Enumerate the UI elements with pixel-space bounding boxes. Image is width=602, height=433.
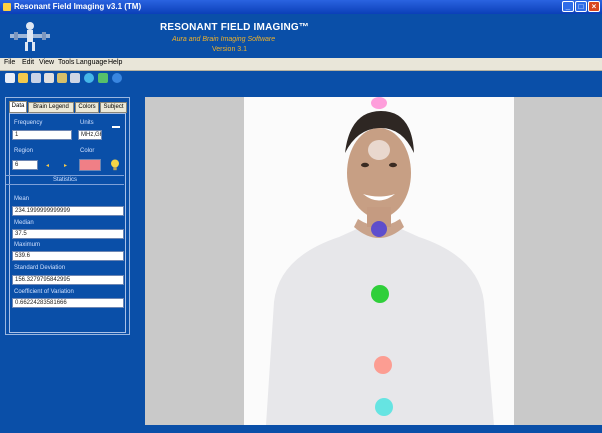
- menu-help[interactable]: Help: [108, 59, 122, 66]
- settings-icon[interactable]: [57, 73, 67, 83]
- app-title: RESONANT FIELD IMAGING™: [160, 22, 310, 33]
- minimize-button[interactable]: _: [562, 1, 574, 12]
- color-label: Color: [80, 148, 95, 154]
- maximize-button[interactable]: □: [575, 1, 587, 12]
- print-icon[interactable]: [44, 73, 54, 83]
- globe-icon[interactable]: [84, 73, 94, 83]
- app-icon: [3, 3, 11, 11]
- cv-label: Coefficient of Variation: [14, 289, 74, 295]
- close-button[interactable]: ×: [588, 1, 600, 12]
- app-banner: RESONANT FIELD IMAGING™ Aura and Brain I…: [0, 14, 602, 58]
- window-title: Resonant Field Imaging v3.1 (TM): [14, 2, 142, 11]
- color-swatch[interactable]: [79, 159, 101, 171]
- tab-subject[interactable]: Subject: [100, 102, 127, 113]
- menu-bar: File Edit View Tools Language Help: [0, 58, 602, 71]
- menu-view[interactable]: View: [39, 59, 54, 66]
- chakra-heart[interactable]: [371, 285, 389, 303]
- maximum-label: Maximum: [14, 242, 41, 248]
- tab-brain-legend[interactable]: Brain Legend: [28, 102, 74, 113]
- menu-edit[interactable]: Edit: [22, 59, 34, 66]
- cv-field[interactable]: 0.66224283581666: [12, 298, 124, 308]
- status-bar: [145, 425, 602, 433]
- help-icon[interactable]: [112, 73, 122, 83]
- frequency-input[interactable]: 1: [12, 130, 72, 140]
- menu-file[interactable]: File: [4, 59, 15, 66]
- logo-icon: [10, 22, 50, 51]
- mean-field[interactable]: 234.1999999999999: [12, 206, 124, 216]
- region-label: Region: [14, 148, 34, 154]
- refresh-icon[interactable]: [98, 73, 108, 83]
- arrow-left-icon[interactable]: ◂: [46, 162, 49, 169]
- units-select[interactable]: MHz,GHz: [78, 130, 102, 140]
- region-input[interactable]: 6: [12, 160, 38, 170]
- minus-icon[interactable]: [112, 126, 120, 128]
- chakra-third-eye[interactable]: [368, 140, 390, 160]
- chakra-crown[interactable]: [371, 97, 387, 109]
- window-titlebar: Resonant Field Imaging v3.1 (TM) _ □ ×: [0, 0, 602, 14]
- menu-language[interactable]: Language: [76, 59, 107, 66]
- std-dev-label: Standard Deviation: [14, 265, 66, 271]
- toolbar: [0, 71, 602, 87]
- chakra-solar-plexus[interactable]: [374, 356, 392, 374]
- maximum-field[interactable]: 539.6: [12, 251, 124, 261]
- lightbulb-icon[interactable]: [110, 159, 120, 171]
- mean-label: Mean: [14, 196, 30, 202]
- arrow-right-icon[interactable]: ▸: [64, 162, 67, 169]
- statistics-header: Statistics: [6, 175, 124, 185]
- camera-icon[interactable]: [70, 73, 80, 83]
- save-icon[interactable]: [31, 73, 41, 83]
- new-icon[interactable]: [5, 73, 15, 83]
- app-subtitle: Aura and Brain Imaging Software: [172, 36, 276, 43]
- app-version: Version 3.1: [212, 46, 248, 53]
- units-label: Units: [80, 120, 94, 126]
- tab-colors[interactable]: Colors: [75, 102, 99, 113]
- open-icon[interactable]: [18, 73, 28, 83]
- menu-tools[interactable]: Tools: [58, 59, 74, 66]
- median-field[interactable]: 37.5: [12, 229, 124, 239]
- tab-data[interactable]: Data: [9, 101, 27, 113]
- std-dev-field[interactable]: 156.3279795842995: [12, 275, 124, 285]
- chakra-throat[interactable]: [371, 221, 387, 237]
- frequency-label: Frequency: [14, 120, 43, 126]
- median-label: Median: [14, 220, 34, 226]
- chakra-sacral[interactable]: [375, 398, 393, 416]
